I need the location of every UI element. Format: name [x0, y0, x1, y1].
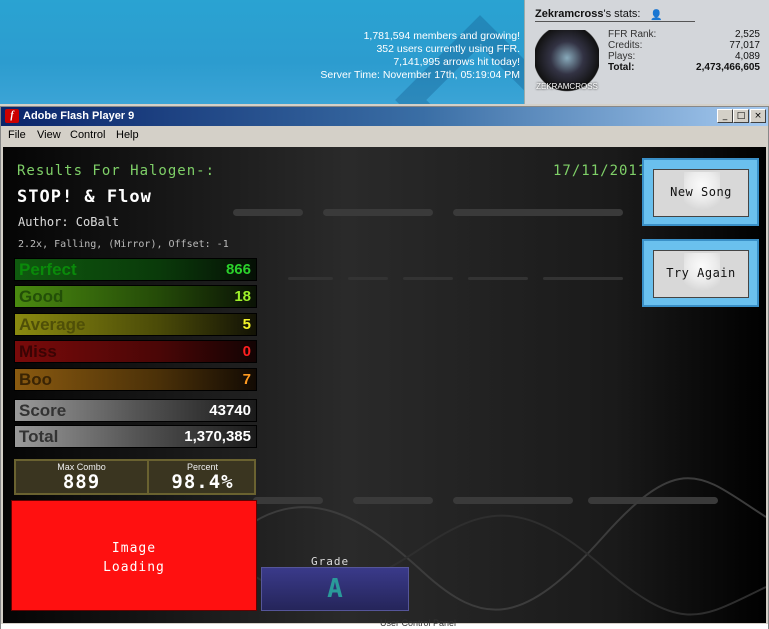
- background-dash: [288, 277, 333, 280]
- stat-row-rank: FFR Rank: 2,525: [608, 29, 760, 40]
- total-label: Total: [19, 427, 59, 446]
- judgement-row-miss: Miss 0: [14, 340, 257, 363]
- percent-cell: Percent 98.4%: [151, 461, 254, 493]
- stat-value: 2,525: [734, 29, 760, 40]
- stat-label: Total:: [608, 62, 635, 73]
- score-row: Score 43740: [14, 399, 257, 422]
- stat-value: 4,089: [734, 51, 760, 62]
- stats-suffix: 's stats:: [603, 8, 641, 20]
- grade-box: A: [261, 567, 409, 611]
- members-count-text: 1,781,594 members and growing!: [363, 30, 520, 42]
- new-song-button[interactable]: New Song: [642, 158, 759, 226]
- server-time-text: Server Time: November 17th, 05:19:04 PM: [320, 69, 520, 81]
- max-combo-value: 889: [62, 471, 101, 493]
- judgement-value: 7: [242, 371, 251, 388]
- results-date: 17/11/2011: [553, 163, 648, 179]
- judgement-value: 18: [234, 288, 251, 305]
- stat-value: 77,017: [729, 40, 760, 51]
- results-heading: Results For Halogen-:: [17, 163, 216, 179]
- window-title: Adobe Flash Player 9: [23, 110, 135, 122]
- stat-row-credits: Credits: 77,017: [608, 40, 760, 51]
- arrows-hit-text: 7,141,995 arrows hit today!: [393, 56, 520, 68]
- song-author: Author: CoBalt: [18, 215, 120, 229]
- menu-help[interactable]: Help: [116, 129, 139, 141]
- grade-value: A: [327, 574, 343, 604]
- judgement-label: Good: [19, 287, 64, 306]
- online-users-text: 352 users currently using FFR.: [376, 43, 520, 55]
- image-loading-placeholder: Image Loading: [11, 500, 257, 611]
- judgement-value: 0: [242, 343, 251, 360]
- menu-control[interactable]: Control: [70, 129, 105, 141]
- user-stats-table: FFR Rank: 2,525 Credits: 77,017 Plays: 4,08…: [608, 29, 760, 73]
- stat-label: Credits:: [608, 40, 643, 51]
- judgement-value: 5: [242, 316, 251, 333]
- new-song-label: New Song: [670, 185, 732, 199]
- background-dash: [348, 277, 388, 280]
- stat-value: 2,473,466,605: [696, 62, 760, 73]
- username[interactable]: Zekramcross: [535, 8, 604, 20]
- judgement-row-good: Good 18: [14, 285, 257, 308]
- menu-view[interactable]: View: [37, 129, 61, 141]
- game-stage: Results For Halogen-: 17/11/2011 STOP! &…: [3, 147, 766, 623]
- judgement-label: Average: [19, 315, 86, 334]
- status-fragment: User Control Panel: [380, 618, 457, 628]
- judgement-label: Boo: [19, 370, 53, 389]
- score-value: 43740: [209, 402, 251, 419]
- song-settings: 2.2x, Falling, (Mirror), Offset: -1: [18, 239, 229, 250]
- background-dash: [468, 277, 528, 280]
- close-button[interactable]: ×: [750, 109, 766, 123]
- flash-icon: f: [5, 109, 19, 123]
- user-stats-title[interactable]: Zekramcross's stats:: [535, 8, 640, 20]
- judgement-row-boo: Boo 7: [14, 368, 257, 391]
- try-again-label: Try Again: [666, 266, 736, 280]
- max-combo-cell: Max Combo 889: [16, 461, 149, 493]
- menu-file[interactable]: File: [8, 129, 26, 141]
- try-again-button-face[interactable]: Try Again: [653, 250, 749, 298]
- try-again-button[interactable]: Try Again: [642, 239, 759, 307]
- menu-bar: File View Control Help: [1, 126, 768, 145]
- judgement-row-average: Average 5: [14, 313, 257, 336]
- divider: [535, 21, 695, 22]
- new-song-button-face[interactable]: New Song: [653, 169, 749, 217]
- stat-row-total: Total: 2,473,466,605: [608, 62, 760, 73]
- user-stats-panel: Zekramcross's stats: 👤 ZEKRAMCROSS FFR R…: [524, 0, 769, 104]
- background-dash: [323, 209, 433, 216]
- avatar-caption: ZEKRAMCROSS: [536, 82, 598, 91]
- image-loading-text: Image Loading: [103, 541, 165, 575]
- judgement-label: Miss: [19, 342, 57, 361]
- minimize-button[interactable]: _: [717, 109, 733, 123]
- stat-label: FFR Rank:: [608, 29, 657, 40]
- stat-label: Plays:: [608, 51, 636, 62]
- percent-value: 98.4%: [171, 471, 234, 493]
- stat-row-plays: Plays: 4,089: [608, 51, 760, 62]
- background-dash: [403, 277, 453, 280]
- background-dash: [453, 209, 623, 216]
- add-friend-icon[interactable]: 👤: [650, 10, 662, 21]
- maximize-button[interactable]: □: [733, 109, 749, 123]
- background-dash: [233, 209, 303, 216]
- judgement-value: 866: [225, 261, 251, 278]
- score-label: Score: [19, 401, 67, 420]
- background-dash: [543, 277, 623, 280]
- total-row: Total 1,370,385: [14, 425, 257, 448]
- flash-player-window: f Adobe Flash Player 9 _ □ × File View C…: [0, 106, 769, 629]
- combo-percent-box: Max Combo 889 Percent 98.4%: [14, 459, 256, 495]
- total-value: 1,370,385: [184, 428, 251, 445]
- title-bar[interactable]: f Adobe Flash Player 9 _ □ ×: [1, 107, 768, 126]
- judgement-row-perfect: Perfect 866: [14, 258, 257, 281]
- song-title: STOP! & Flow: [17, 187, 152, 207]
- site-stats: 1,781,594 members and growing! 352 users…: [320, 30, 520, 82]
- judgement-label: Perfect: [19, 260, 77, 279]
